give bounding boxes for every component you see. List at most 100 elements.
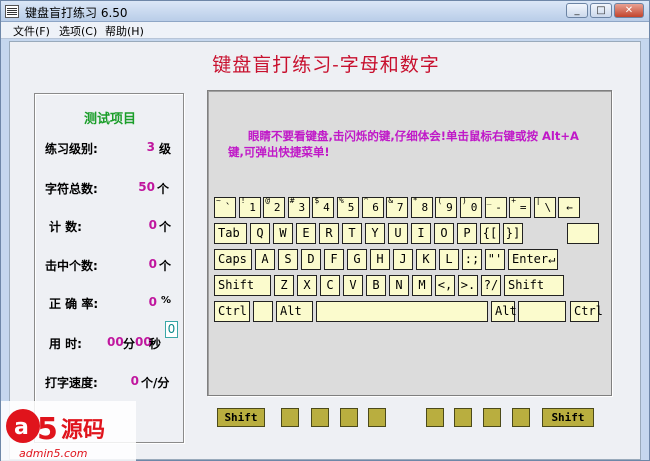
stats-heading: 测试项目 <box>83 112 136 127</box>
finger-indicator <box>454 408 472 427</box>
key-enter: Enter↵ <box>508 249 558 270</box>
keyboard-app-icon <box>5 5 19 18</box>
key-space <box>316 301 488 322</box>
time-min-unit: 分 <box>123 337 136 351</box>
key-shift-symbol: # <box>289 196 295 205</box>
key-row1-1: ! 1 <box>238 196 261 218</box>
key-row3-11: "' <box>485 249 505 270</box>
key-row3-10: :; <box>462 249 482 270</box>
count-value: 0 <box>148 218 157 232</box>
key-row3-6: H <box>370 249 390 270</box>
key-row3-5: G <box>347 249 367 270</box>
key-ctrl-left: Ctrl <box>214 301 250 322</box>
accuracy-value: 0 <box>148 295 157 309</box>
speed-value: 0 <box>130 374 139 388</box>
key-row4-9: >. <box>458 275 478 296</box>
key-row1-8: * 8 <box>410 196 433 218</box>
level-value: 3 <box>146 140 155 154</box>
count-unit: 个 <box>159 220 172 234</box>
time-sec-unit: 秒 <box>149 337 162 351</box>
menu-bar: 文件(F) 选项(C) 帮助(H) <box>1 22 649 39</box>
key-row1-10: ) 0 <box>460 196 482 218</box>
key-row2-3: E <box>296 223 316 244</box>
title-bar[interactable]: 键盘盲打练习 6.50 _ □ ✕ <box>1 1 649 22</box>
key-row3-9: L <box>439 249 459 270</box>
key-enter-top <box>567 223 599 244</box>
count-label: 计 数: <box>49 220 82 234</box>
minimize-button[interactable]: _ <box>566 3 588 18</box>
close-button[interactable]: ✕ <box>614 3 644 18</box>
page-title: 键盘盲打练习-字母和数字 <box>212 54 440 76</box>
key-backspace: ← <box>558 197 581 218</box>
key-alt-left: Alt <box>276 301 313 322</box>
finger-indicator <box>281 408 299 427</box>
key-row2-2: W <box>273 223 293 244</box>
key-row4-7: M <box>412 275 432 296</box>
key-tab: Tab <box>214 223 247 244</box>
key-row1-6: ^ 6 <box>361 196 384 218</box>
key-shift-left: Shift <box>214 275 271 296</box>
key-row2-9: O <box>434 223 454 244</box>
keyboard-panel: 眼睛不要看键盘,击闪烁的键,仔细体会!单击鼠标右键或按 Alt+A 键,可弹出快… <box>207 90 612 396</box>
svg-text:源码: 源码 <box>61 418 105 443</box>
hits-value: 0 <box>148 257 157 271</box>
accuracy-label: 正 确 率: <box>49 297 99 311</box>
key-row3-4: F <box>324 249 344 270</box>
accuracy-unit: % <box>161 295 172 306</box>
finger-indicator <box>368 408 386 427</box>
hint-text: 眼睛不要看键盘,击闪烁的键,仔细体会!单击鼠标右键或按 Alt+A 键,可弹出快… <box>228 129 579 159</box>
key-row1-11: _ - <box>484 196 507 218</box>
key-caps: Caps <box>214 249 252 270</box>
key-row4-3: C <box>320 275 340 296</box>
svg-text:admin5.com: admin5.com <box>19 447 87 460</box>
key-ctrl-right: Ctrl <box>570 301 603 322</box>
key-row4-5: B <box>366 275 386 296</box>
key-shift-symbol: % <box>339 196 344 205</box>
key-row1-3: #3 <box>287 196 310 218</box>
key-row3-3: D <box>301 249 321 270</box>
key-row2-12: }] <box>503 223 523 244</box>
time-minutes: 00 <box>107 335 124 349</box>
key-row1-12: + = <box>509 196 532 218</box>
finger-indicator <box>340 408 358 427</box>
svg-text:a: a <box>14 415 29 440</box>
bottom-shift-right: Shift <box>542 408 594 427</box>
menu-file[interactable]: 文件(F) <box>13 23 50 39</box>
time-label: 用 时: <box>49 337 82 351</box>
key-shift-right: Shift <box>504 275 564 296</box>
key-row4-10: ?/ <box>481 275 501 296</box>
key-row4-8: <, <box>435 275 455 296</box>
key-row3-1: A <box>255 249 275 270</box>
window-title: 键盘盲打练习 6.50 <box>25 6 128 20</box>
key-row1-0: ~ ` <box>214 196 236 218</box>
finger-indicator <box>426 408 444 427</box>
key-shift-symbol: ^ <box>363 196 369 205</box>
main-area: 键盘盲打练习-字母和数字 测试项目 练习级别: 3 级 字符总数: 50 个 计… <box>9 41 641 460</box>
key-row3-7: J <box>393 249 413 270</box>
svg-text:5: 5 <box>37 412 58 447</box>
key-row2-5: T <box>342 223 362 244</box>
finger-indicator <box>483 408 501 427</box>
speed-unit: 个/分 <box>141 376 170 390</box>
key-row3-8: K <box>416 249 436 270</box>
stats-panel: 测试项目 练习级别: 3 级 字符总数: 50 个 计 数: 0 个 击中个数:… <box>34 93 184 443</box>
key-row1-7: & 7 <box>386 196 409 218</box>
key-row2-8: I <box>411 223 431 244</box>
key-shift-symbol: ( <box>437 196 443 205</box>
app-window: 键盘盲打练习 6.50 _ □ ✕ 文件(F) 选项(C) 帮助(H) 键盘盲打… <box>0 0 650 461</box>
key-shift-symbol: + <box>511 196 517 205</box>
menu-options[interactable]: 选项(C) <box>59 23 97 39</box>
menu-help[interactable]: 帮助(H) <box>105 23 144 39</box>
key-row1-2: @2 <box>263 196 286 218</box>
maximize-button[interactable]: □ <box>590 3 612 18</box>
total-label: 字符总数: <box>45 182 98 196</box>
key-shift-symbol: ! <box>240 196 246 205</box>
key-shift-symbol: * <box>412 196 418 205</box>
time-input[interactable]: 0 <box>165 321 178 338</box>
a5-watermark-logo: a 5 源码 admin5.com <box>1 401 136 461</box>
key-shift-symbol: | <box>535 196 541 205</box>
total-value: 50 <box>138 180 155 194</box>
total-unit: 个 <box>157 182 170 196</box>
key-shift-symbol: ~ <box>216 196 221 205</box>
key-row2-11: {[ <box>480 223 500 244</box>
